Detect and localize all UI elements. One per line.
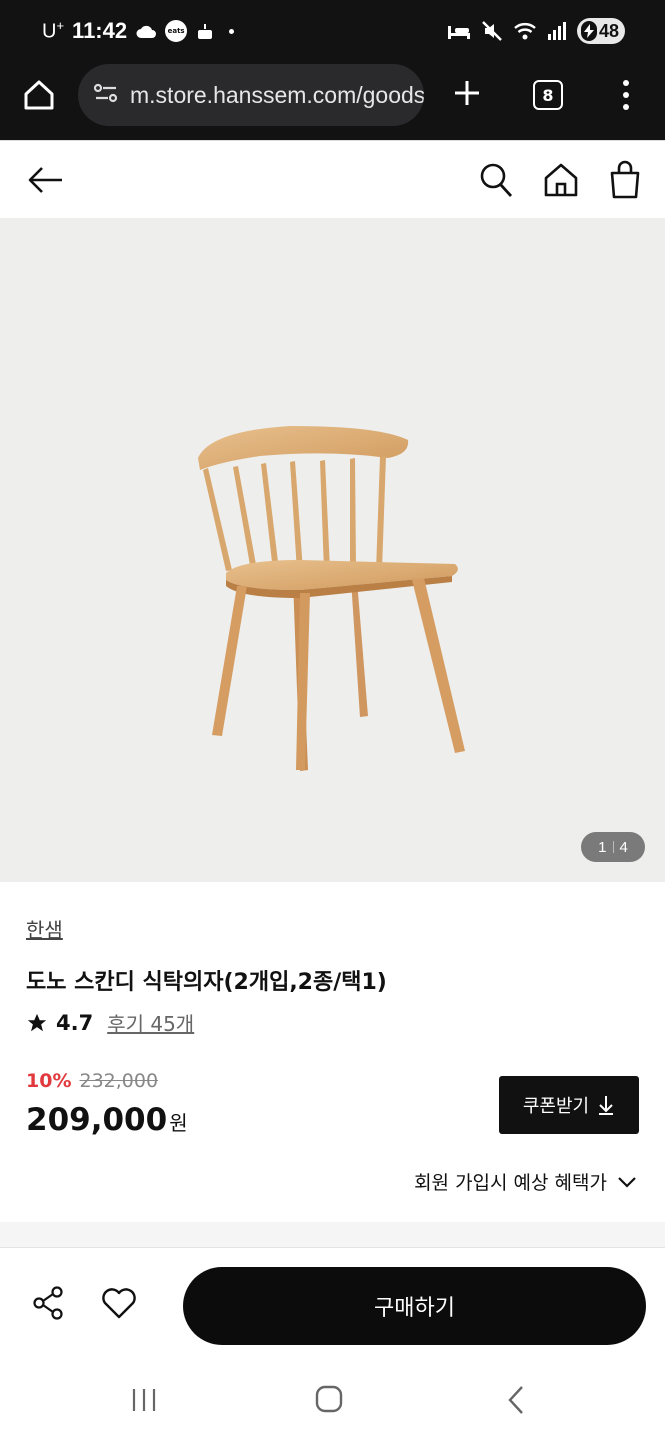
home-icon[interactable] (542, 161, 580, 199)
image-counter-separator (612, 841, 614, 853)
coupon-download-button[interactable]: 쿠폰받기 (499, 1076, 639, 1134)
sleep-bed-icon (447, 22, 471, 40)
member-benefit-label: 회원 가입시 예상 혜택가 (414, 1172, 607, 1194)
eats-app-icon: eats (165, 20, 188, 42)
product-info: 한샘 도노 스칸디 식탁의자(2개입,2종/택1) 4.7 후기 45개 10%… (0, 882, 665, 1222)
image-counter: 1 4 (581, 832, 645, 862)
status-left: U+ 11:42 eats (42, 18, 235, 44)
back-arrow-icon[interactable] (26, 163, 66, 197)
browser-home-icon[interactable] (22, 78, 56, 112)
image-counter-total: 4 (619, 838, 628, 856)
cake-icon (195, 21, 215, 41)
product-image-carousel[interactable]: 1 4 (0, 218, 665, 882)
currency-label: 원 (169, 1111, 188, 1135)
buy-button[interactable]: 구매하기 (183, 1267, 646, 1345)
carrier-text: U (42, 20, 57, 43)
price-discount-row: 10% 232,000 (26, 1070, 158, 1092)
new-tab-icon[interactable] (452, 78, 482, 108)
search-icon[interactable] (478, 161, 514, 199)
image-counter-current: 1 (598, 838, 607, 856)
address-bar[interactable]: m.store.hanssem.com/goods (78, 64, 424, 126)
star-icon (27, 1013, 47, 1031)
system-back-icon[interactable] (504, 1384, 528, 1416)
charging-bolt-icon (580, 21, 597, 41)
site-settings-icon[interactable] (92, 81, 120, 109)
original-price: 232,000 (79, 1070, 159, 1092)
system-nav-bar (0, 1368, 665, 1440)
section-divider (0, 1222, 665, 1248)
download-arrow-icon (599, 1096, 614, 1115)
status-bar: U+ 11:42 eats 48 (0, 0, 665, 64)
rating-row: 4.7 후기 45개 (26, 1008, 194, 1037)
url-text[interactable]: m.store.hanssem.com/goods (130, 82, 424, 109)
status-right: 48 (447, 18, 625, 44)
recent-apps-icon[interactable] (130, 1386, 158, 1414)
app-header (0, 140, 665, 218)
more-menu-icon[interactable] (614, 78, 638, 112)
reviews-link[interactable]: 후기 45개 (107, 1008, 194, 1037)
clock: 11:42 (72, 18, 128, 43)
product-title: 도노 스칸디 식탁의자(2개입,2종/택1) (26, 970, 387, 995)
chevron-down-icon (618, 1176, 636, 1188)
discount-rate: 10% (26, 1070, 72, 1092)
coupon-button-label: 쿠폰받기 (522, 1096, 590, 1117)
cloud-icon (135, 23, 157, 39)
mute-icon (481, 20, 503, 42)
carrier-sup: + (56, 18, 65, 34)
battery-level: 48 (598, 20, 619, 41)
final-price: 209,000 원 (26, 1102, 188, 1138)
system-home-icon[interactable] (314, 1384, 344, 1414)
wifi-icon (513, 21, 537, 41)
rating-value: 4.7 (56, 1010, 94, 1035)
carrier-label: U+ (42, 18, 64, 44)
chair-image (198, 426, 465, 771)
shopping-bag-icon[interactable] (608, 159, 642, 199)
tab-switcher-button[interactable]: 8 (533, 80, 563, 110)
purchase-action-bar: 구매하기 (0, 1248, 665, 1368)
final-price-value: 209,000 (26, 1102, 168, 1138)
brand-link[interactable]: 한샘 (26, 914, 63, 943)
notification-dot-icon (229, 28, 235, 34)
signal-icon (547, 21, 567, 41)
share-icon[interactable] (32, 1286, 64, 1320)
battery-indicator: 48 (576, 18, 625, 44)
member-benefit-toggle[interactable]: 회원 가입시 예상 혜택가 (414, 1168, 637, 1195)
browser-toolbar: m.store.hanssem.com/goods 8 (0, 64, 665, 140)
heart-icon[interactable] (101, 1286, 137, 1320)
